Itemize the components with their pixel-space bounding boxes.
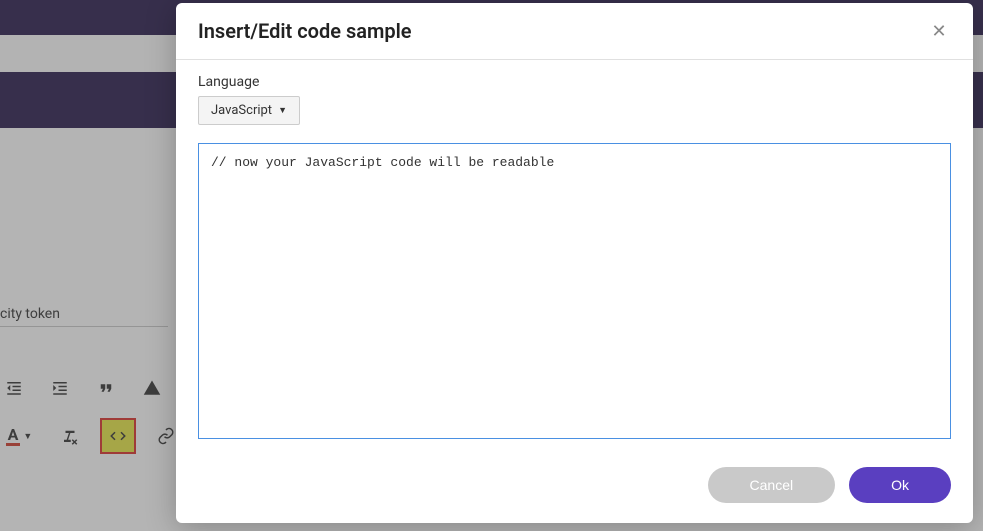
- language-select[interactable]: JavaScript ▼: [198, 96, 300, 125]
- language-selected-value: JavaScript: [211, 103, 272, 118]
- modal-title: Insert/Edit code sample: [198, 19, 412, 43]
- close-button[interactable]: ✕: [927, 19, 951, 43]
- modal-header: Insert/Edit code sample ✕: [176, 3, 973, 60]
- close-icon: ✕: [931, 21, 946, 42]
- modal-body: Language JavaScript ▼: [176, 60, 973, 453]
- code-textarea[interactable]: [198, 143, 951, 439]
- code-sample-modal: Insert/Edit code sample ✕ Language JavaS…: [176, 3, 973, 523]
- modal-footer: Cancel Ok: [176, 453, 973, 523]
- caret-down-icon: ▼: [278, 105, 287, 116]
- ok-button[interactable]: Ok: [849, 467, 951, 503]
- language-label: Language: [198, 74, 951, 90]
- cancel-button[interactable]: Cancel: [708, 467, 836, 503]
